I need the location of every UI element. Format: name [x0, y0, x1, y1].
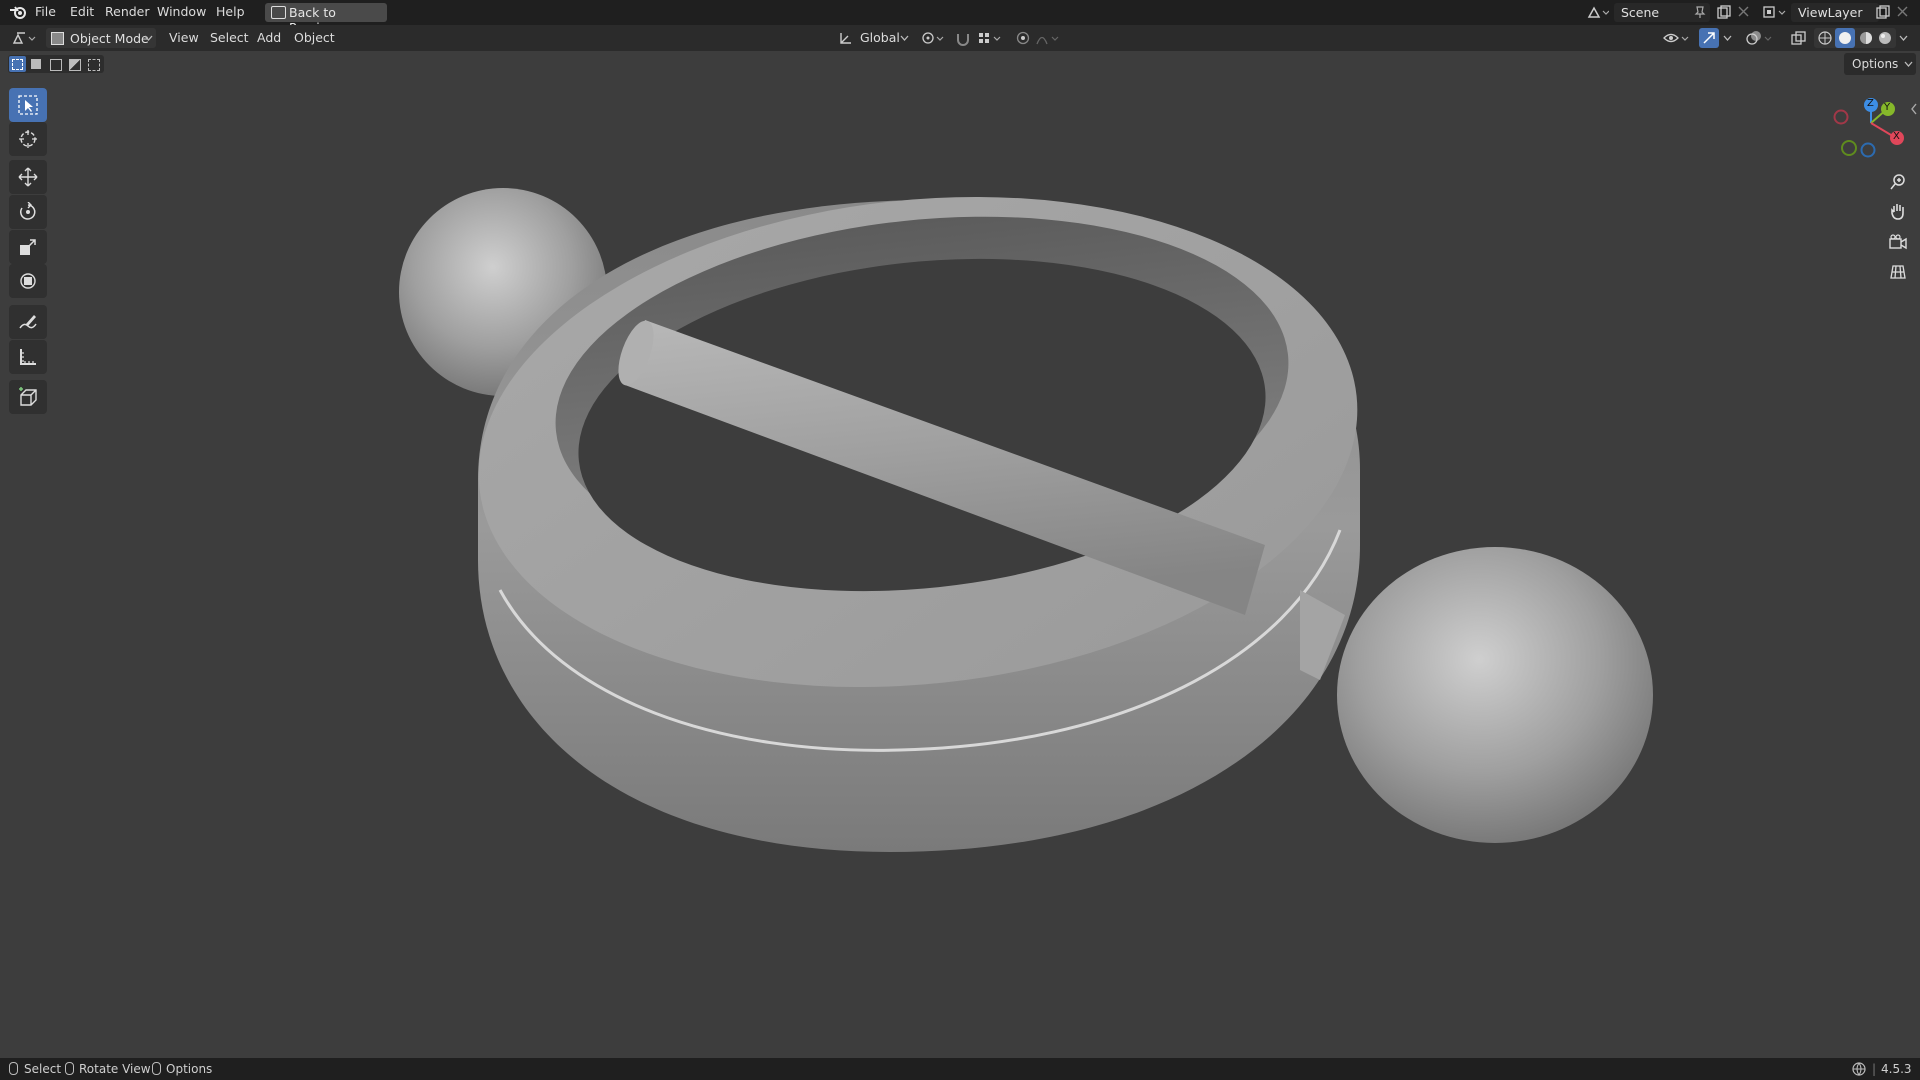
rendered-shading-icon[interactable] [1878, 31, 1892, 45]
new-scene-icon[interactable] [1717, 5, 1731, 19]
select-box-icon [18, 95, 38, 115]
zoom-icon [1890, 174, 1905, 190]
scale-icon [20, 239, 36, 255]
shading-modes [1814, 28, 1896, 48]
editor-type-icon[interactable] [12, 31, 38, 46]
tool-scale[interactable] [9, 230, 47, 264]
pan-button[interactable] [1884, 198, 1912, 226]
view-layer-name: ViewLayer [1798, 5, 1863, 20]
menu-edit[interactable]: Edit [70, 4, 94, 19]
zoom-button[interactable] [1884, 168, 1912, 196]
menu-window[interactable]: Window [157, 4, 206, 19]
left-mouse-icon [9, 1062, 18, 1075]
pivot-point-icon[interactable] [921, 31, 945, 46]
menu-render[interactable]: Render [105, 4, 150, 19]
add-cube-icon [19, 387, 37, 406]
mode-label: Object Mode [70, 31, 149, 46]
view-layer-icon[interactable] [1763, 5, 1787, 20]
transform-orientation-dropdown[interactable]: Global [860, 30, 900, 45]
visibility-icon[interactable] [1663, 31, 1691, 46]
gizmo-y-axis[interactable]: Y [1881, 102, 1895, 116]
chevron-down-icon[interactable] [1723, 35, 1732, 42]
gizmo-y-label: Y [1884, 102, 1891, 113]
delete-scene-icon[interactable] [1738, 6, 1749, 17]
status-bar: Select Rotate View Options | 4.5.3 [0, 1058, 1920, 1080]
pin-icon[interactable] [1694, 6, 1706, 19]
perspective-toggle-button[interactable] [1884, 258, 1912, 286]
tool-transform[interactable] [9, 264, 47, 298]
status-hint-select: Select [24, 1062, 62, 1076]
header-menu-view[interactable]: View [169, 30, 199, 45]
tool-add-cube[interactable] [9, 380, 47, 414]
mode-dropdown[interactable]: Object Mode [46, 28, 156, 48]
navigation-gizmo[interactable]: Z Y X [1824, 92, 1906, 160]
solid-shading-button[interactable] [1835, 28, 1855, 48]
gizmo-z-axis[interactable]: Z [1864, 98, 1878, 112]
xray-icon[interactable] [1791, 31, 1806, 46]
view-layer-field[interactable]: ViewLayer [1791, 3, 1879, 22]
back-icon [271, 6, 286, 19]
falloff-icon[interactable] [1035, 31, 1061, 46]
transform-orientation-icon [840, 33, 851, 44]
middle-mouse-icon [65, 1062, 74, 1075]
tool-measure[interactable] [9, 340, 47, 374]
header-menu-object[interactable]: Object [294, 30, 335, 45]
object-mode-icon [51, 32, 64, 45]
right-mouse-icon [152, 1062, 161, 1075]
cursor-icon [19, 130, 37, 148]
top-menu-bar: File Edit Render Window Help Back to Pre… [0, 0, 1920, 35]
tool-cursor[interactable] [9, 122, 47, 156]
status-separator: | [1872, 1062, 1877, 1076]
chevron-down-icon[interactable] [1899, 35, 1908, 42]
grid-icon [1890, 265, 1906, 279]
tool-rotate[interactable] [9, 195, 47, 229]
viewport-header: Object Mode View Select Add Object Globa… [0, 25, 1920, 51]
wireframe-shading-icon[interactable] [1818, 31, 1832, 45]
delete-view-layer-icon[interactable] [1897, 6, 1908, 17]
menu-help[interactable]: Help [216, 4, 245, 19]
gizmo-toggle-button[interactable] [1699, 28, 1719, 48]
gizmo-icon [1703, 32, 1715, 44]
overlays-icon[interactable] [1746, 30, 1774, 46]
new-view-layer-icon[interactable] [1876, 5, 1890, 19]
gizmo-z-label: Z [1867, 98, 1874, 109]
blender-logo-icon[interactable] [9, 4, 27, 20]
back-to-previous-button[interactable]: Back to Previous [265, 3, 387, 35]
scene-name: Scene [1621, 5, 1660, 20]
chevron-down-icon[interactable] [900, 35, 909, 42]
proportional-editing-icon[interactable] [1016, 31, 1030, 45]
chevron-down-icon [144, 35, 153, 41]
snap-icon[interactable] [955, 31, 971, 46]
tool-annotate[interactable] [9, 305, 47, 339]
version-label: 4.5.3 [1881, 1062, 1912, 1076]
header-menu-add[interactable]: Add [257, 30, 281, 45]
network-icon[interactable] [1852, 1062, 1866, 1076]
annotate-icon [19, 315, 37, 329]
rotate-icon [20, 202, 36, 220]
measure-icon [20, 349, 36, 365]
viewport-3d[interactable] [0, 51, 1920, 1058]
snap-target-icon[interactable] [977, 31, 1003, 46]
move-icon [18, 167, 38, 187]
gizmo-x-axis[interactable]: X [1890, 131, 1904, 145]
scene-icon[interactable] [1587, 5, 1609, 20]
scene-field[interactable]: Scene [1614, 3, 1710, 22]
transform-icon [20, 273, 36, 289]
status-hint-rotate-view: Rotate View [79, 1062, 151, 1076]
gizmo-x-label: X [1893, 131, 1900, 142]
tool-move[interactable] [9, 160, 47, 194]
sidebar-toggle-icon[interactable] [1910, 103, 1918, 115]
hand-icon [1891, 204, 1904, 220]
menu-file[interactable]: File [35, 4, 56, 19]
right-sphere[interactable] [1337, 547, 1653, 843]
tool-select-box[interactable] [9, 88, 47, 122]
camera-view-button[interactable] [1884, 228, 1912, 256]
solid-shading-icon [1839, 32, 1851, 44]
camera-icon [1889, 234, 1907, 250]
header-menu-select[interactable]: Select [210, 30, 249, 45]
material-preview-icon[interactable] [1859, 31, 1873, 45]
status-hint-options: Options [166, 1062, 213, 1076]
